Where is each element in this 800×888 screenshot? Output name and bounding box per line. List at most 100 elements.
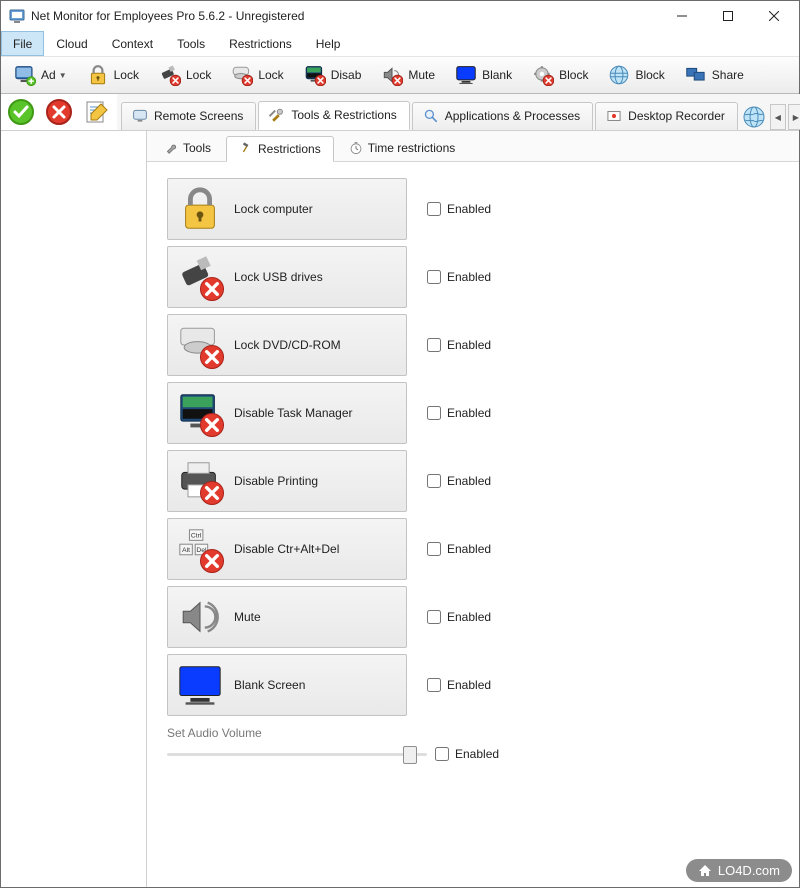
tab-remote-screens[interactable]: Remote Screens [121,102,256,130]
restriction-enabled-checkbox[interactable] [427,610,441,624]
restriction-enabled-checkbox[interactable] [427,338,441,352]
restriction-row: Lock DVD/CD-ROM Enabled [167,314,779,376]
restriction-label: Mute [234,610,261,624]
magnifier-icon [423,108,439,124]
tools-icon [269,107,285,123]
minimize-button[interactable] [659,1,705,31]
toolbar-monitor-blue[interactable]: Blank [448,60,519,90]
menu-file[interactable]: File [1,31,44,56]
restriction-label: Blank Screen [234,678,305,692]
side-controls [1,94,117,130]
tab-applications-processes[interactable]: Applications & Processes [412,102,593,130]
usb-x-icon [159,64,181,86]
toolbar-desktops[interactable]: Share [678,60,751,90]
wrench-icon [164,141,178,155]
menu-tools[interactable]: Tools [165,31,217,56]
app-icon [9,8,25,24]
toolbar-gear-x[interactable]: Block [525,60,595,90]
tab-tools-restrictions[interactable]: Tools & Restrictions [258,101,409,130]
restriction-enabled-checkbox[interactable] [427,270,441,284]
audio-volume-slider[interactable] [167,746,427,762]
restriction-card-taskmgr-x[interactable]: Disable Task Manager [167,382,407,444]
body: ToolsRestrictionsTime restrictions Lock … [1,131,799,887]
restriction-row: Mute Enabled [167,586,779,648]
edit-note-icon[interactable] [83,98,111,126]
restriction-card-monitor-blue[interactable]: Blank Screen [167,654,407,716]
restriction-enabled-checkbox[interactable] [427,678,441,692]
printer-x-icon [176,457,224,505]
clock-icon [349,141,363,155]
app-window: Net Monitor for Employees Pro 5.6.2 - Un… [0,0,800,888]
menu-restrictions[interactable]: Restrictions [217,31,304,56]
restriction-label: Lock computer [234,202,313,216]
cancel-icon[interactable] [45,98,73,126]
desktops-icon [685,64,707,86]
restriction-card-usb-x[interactable]: Lock USB drives [167,246,407,308]
toolbar-usb-x[interactable]: Lock [152,60,218,90]
globe-icon [608,64,630,86]
maximize-button[interactable] [705,1,751,31]
menu-cloud[interactable]: Cloud [44,31,99,56]
subtab-tools[interactable]: Tools [151,135,224,161]
menu-context[interactable]: Context [100,31,165,56]
close-button[interactable] [751,1,797,31]
restriction-enabled-label: Enabled [447,678,491,692]
restriction-card-disc-x[interactable]: Lock DVD/CD-ROM [167,314,407,376]
restriction-row: CtrlAltDel Disable Ctr+Alt+Del Enabled [167,518,779,580]
restriction-label: Lock DVD/CD-ROM [234,338,341,352]
restriction-enabled-checkbox[interactable] [427,474,441,488]
monitor-add-icon [14,64,36,86]
toolbar-screen-x[interactable]: Disab [297,60,369,90]
restriction-enabled-checkbox[interactable] [427,542,441,556]
restriction-enabled-checkbox[interactable] [427,406,441,420]
monitor-blue-icon [455,64,477,86]
audio-section: Set Audio Volume Enabled [167,726,779,762]
restriction-enabled-label: Enabled [447,474,491,488]
svg-text:Alt: Alt [182,547,190,554]
title-bar: Net Monitor for Employees Pro 5.6.2 - Un… [1,1,799,31]
disc-x-icon [176,321,224,369]
watermark: LO4D.com [686,859,792,882]
toolbar-globe[interactable]: Block [601,60,671,90]
restriction-enabled-label: Enabled [447,610,491,624]
restriction-card-speaker[interactable]: Mute [167,586,407,648]
restriction-card-padlock[interactable]: Lock computer [167,178,407,240]
restriction-enabled-checkbox[interactable] [427,202,441,216]
globe-icon[interactable] [742,105,766,129]
toolbar-disc-x[interactable]: Lock [224,60,290,90]
toolbar-speaker-x[interactable]: Mute [374,60,442,90]
restriction-label: Disable Printing [234,474,318,488]
speaker-x-icon [381,64,403,86]
restriction-row: Lock USB drives Enabled [167,246,779,308]
padlock-icon [87,64,109,86]
ok-icon[interactable] [7,98,35,126]
keys-x-icon: CtrlAltDel [176,525,224,573]
subtab-restrictions[interactable]: Restrictions [226,136,334,162]
audio-enabled-label: Enabled [455,747,499,761]
restriction-row: Disable Printing Enabled [167,450,779,512]
tab-scroll-right[interactable]: ▶ [788,104,800,130]
menu-bar: FileCloudContextToolsRestrictionsHelp [1,31,799,57]
restriction-row: Blank Screen Enabled [167,654,779,716]
monitor-blue-icon [176,661,224,709]
restriction-enabled-label: Enabled [447,270,491,284]
tab-scroll-left[interactable]: ◀ [770,104,786,130]
content-area: ToolsRestrictionsTime restrictions Lock … [147,131,799,887]
usb-x-icon [176,253,224,301]
main-tabs: Remote ScreensTools & RestrictionsApplic… [117,94,800,130]
restriction-label: Disable Task Manager [234,406,353,420]
chevron-down-icon: ▼ [59,71,67,80]
tab-desktop-recorder[interactable]: Desktop Recorder [595,102,738,130]
taskmgr-x-icon [176,389,224,437]
restriction-card-keys-x[interactable]: CtrlAltDel Disable Ctr+Alt+Del [167,518,407,580]
toolbar-monitor-add[interactable]: Ad▼ [7,60,74,90]
toolbar-padlock[interactable]: Lock [80,60,146,90]
restriction-card-printer-x[interactable]: Disable Printing [167,450,407,512]
hammer-icon [239,142,253,156]
subtab-time-restrictions[interactable]: Time restrictions [336,135,469,161]
disc-x-icon [231,64,253,86]
audio-enabled-checkbox[interactable] [435,747,449,761]
restriction-label: Lock USB drives [234,270,323,284]
menu-help[interactable]: Help [304,31,353,56]
window-title: Net Monitor for Employees Pro 5.6.2 - Un… [31,9,659,23]
